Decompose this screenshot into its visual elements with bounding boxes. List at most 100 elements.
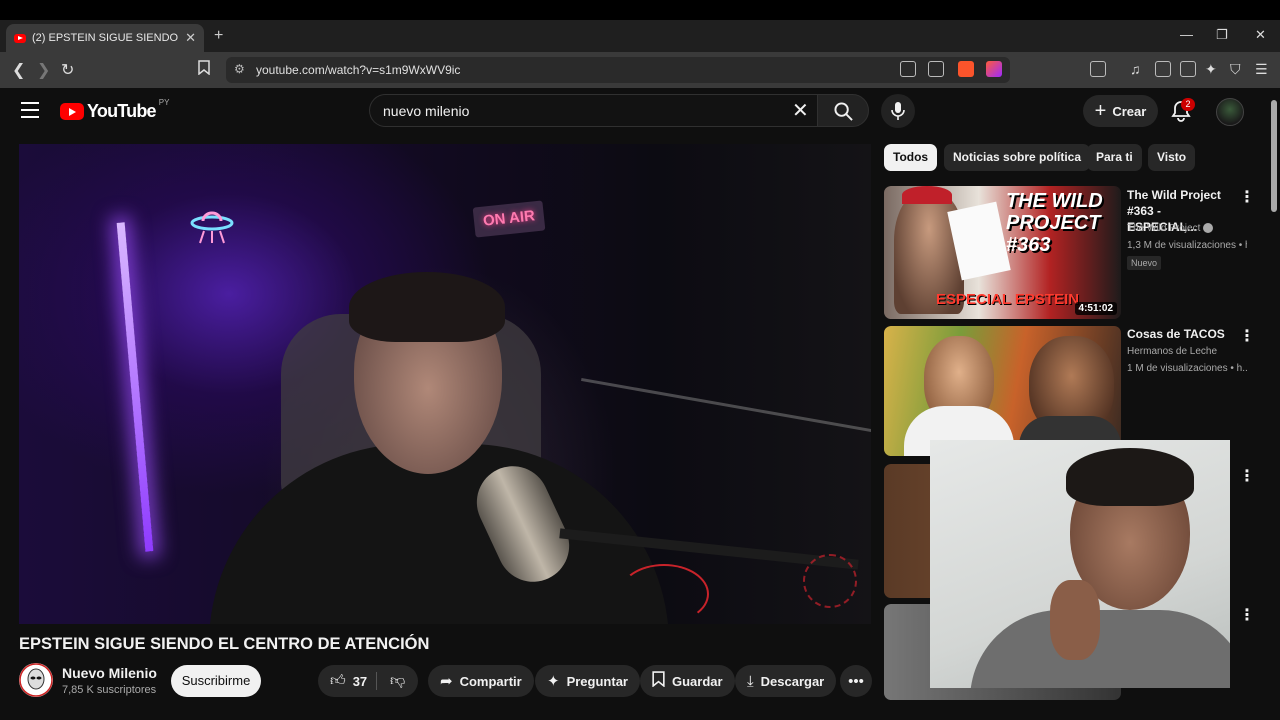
on-air-sign: ON AIR [472,200,546,238]
more-horizontal-icon: ••• [848,672,864,690]
tab-strip: (2) EPSTEIN SIGUE SIENDO EL CENTRO DE AT… [0,20,1280,52]
minimize-icon[interactable]: — [1180,27,1193,42]
logo-wordmark: YouTube [87,101,157,121]
related-meta: 1,3 M de visualizaciones • h [1127,240,1247,251]
url-text: youtube.com/watch?v=s1m9WxWV9ic [256,63,461,77]
guide-menu-icon[interactable] [21,102,39,118]
plus-icon: + [1094,100,1107,122]
chip-noticias-politica[interactable]: Noticias sobre política [944,144,1091,171]
music-icon[interactable]: ♫ [1130,61,1146,77]
chip-visto[interactable]: Visto [1148,144,1196,171]
red-cable [619,564,709,624]
more-actions-button[interactable]: ••• [840,665,872,697]
share-label: Compartir [459,673,522,689]
tab-title: (2) EPSTEIN SIGUE SIENDO EL CENTRO DE AT… [32,32,179,44]
chip-todos[interactable]: Todos [884,144,938,171]
back-icon[interactable]: ❮ [12,60,25,80]
restore-icon[interactable]: ❐ [1216,27,1228,43]
brave-shields-icon[interactable] [958,61,974,77]
sparkle-icon: ✦ [547,673,560,690]
chip-para-ti[interactable]: Para ti [1087,144,1142,171]
webcam-hand [1050,580,1100,660]
more-vertical-icon[interactable]: ⋮ [1239,466,1255,486]
voice-search-button[interactable] [881,94,915,128]
download-label: Descargar [760,673,825,689]
background-shelf [581,377,871,434]
browser-tab[interactable]: (2) EPSTEIN SIGUE SIENDO EL CENTRO DE AT… [6,24,204,52]
bookmark-icon[interactable] [198,60,210,80]
vpn-icon[interactable]: ⛉ [1230,61,1246,77]
more-vertical-icon[interactable]: ⋮ [1239,187,1255,207]
site-settings-icon[interactable]: ⚙ [234,62,245,76]
save-label: Guardar [672,673,723,689]
related-channel[interactable]: Hermanos de Leche [1127,346,1217,357]
channel-avatar[interactable] [19,663,53,697]
create-label: Crear [1112,103,1147,119]
more-vertical-icon[interactable]: ⋮ [1239,326,1255,346]
ask-label: Preguntar [566,673,628,689]
share-icon: ➦ [440,673,453,690]
close-window-icon[interactable]: ✕ [1255,27,1266,43]
tab-close-icon[interactable]: ✕ [185,30,196,46]
scrollbar-thumb[interactable] [1271,100,1277,212]
related-channel-name: The Wild Project [1127,223,1201,234]
like-button[interactable]: 👍︎ 37 [318,665,379,697]
youtube-logo[interactable]: YouTube PY [60,98,169,122]
channel-name[interactable]: Nuevo Milenio [62,665,157,681]
search-button[interactable] [817,94,869,127]
reload-icon[interactable]: ↻ [61,60,74,80]
new-tab-icon[interactable]: + [214,27,223,45]
channel-watermark-icon[interactable] [803,554,857,608]
create-button[interactable]: + Crear [1083,95,1158,127]
url-field[interactable]: ⚙ youtube.com/watch?v=s1m9WxWV9ic [226,57,1010,83]
presenter-hair [349,272,505,342]
thumbnail-headline: THE WILD PROJECT #363 [1006,190,1103,256]
cast-icon[interactable] [900,61,916,77]
video-duration: 4:51:02 [1074,302,1117,315]
share-page-icon[interactable] [928,61,944,77]
webcam-overlay [930,440,1230,688]
ask-button[interactable]: ✦ Preguntar [535,665,640,697]
subscribe-button[interactable]: Suscribirme [171,665,261,697]
neon-light-bar [116,222,154,552]
window-titlebar [0,0,1280,20]
dislike-button[interactable]: 👎︎ [378,665,417,697]
microphone-icon [891,102,905,120]
neon-ufo-icon [190,211,234,244]
thumbnail-subheadline: ESPECIAL EPSTEIN [936,291,1080,308]
like-count: 37 [352,673,368,689]
related-meta: 1 M de visualizaciones • h... [1127,363,1247,374]
account-avatar[interactable] [1216,98,1244,126]
page-scrollbar[interactable] [1268,88,1280,720]
share-button[interactable]: ➦ Compartir [428,665,534,697]
video-player[interactable]: ON AIR [19,144,871,624]
save-playlist-icon [652,671,665,691]
video-title: EPSTEIN SIGUE SIENDO EL CENTRO DE ATENCI… [19,635,430,653]
related-channel[interactable]: The Wild Project [1127,223,1214,234]
clear-search-icon[interactable]: ✕ [792,98,809,123]
youtube-play-icon [60,103,84,120]
sidebar-icon[interactable] [1155,61,1171,77]
subscriber-count: 7,85 K suscriptores [62,684,157,696]
search-value: nuevo milenio [383,102,470,119]
save-button[interactable]: Guardar [640,665,735,697]
webcam-hair [1066,448,1194,506]
brave-rewards-icon[interactable] [986,61,1002,77]
search-input[interactable]: nuevo milenio [369,94,817,127]
leo-ai-icon[interactable]: ✦ [1205,61,1221,77]
download-button[interactable]: ⤓ Descargar [735,665,837,697]
thumbs-down-icon: 👎︎ [390,672,406,689]
youtube-favicon-icon [14,33,26,43]
search-icon [834,102,853,121]
related-thumbnail[interactable] [884,326,1121,456]
red-cap [902,186,952,204]
notifications-badge: 2 [1181,98,1195,111]
related-title[interactable]: Cosas de TACOS [1127,326,1231,342]
forward-icon[interactable]: ❯ [37,60,50,80]
new-badge: Nuevo [1127,256,1162,270]
more-vertical-icon[interactable]: ⋮ [1239,605,1255,625]
screenshot-icon[interactable] [1090,61,1106,77]
wallet-icon[interactable] [1180,61,1196,77]
browser-menu-icon[interactable]: ☰ [1255,61,1271,77]
related-thumbnail[interactable]: THE WILD PROJECT #363 ESPECIAL EPSTEIN 4… [884,186,1121,319]
